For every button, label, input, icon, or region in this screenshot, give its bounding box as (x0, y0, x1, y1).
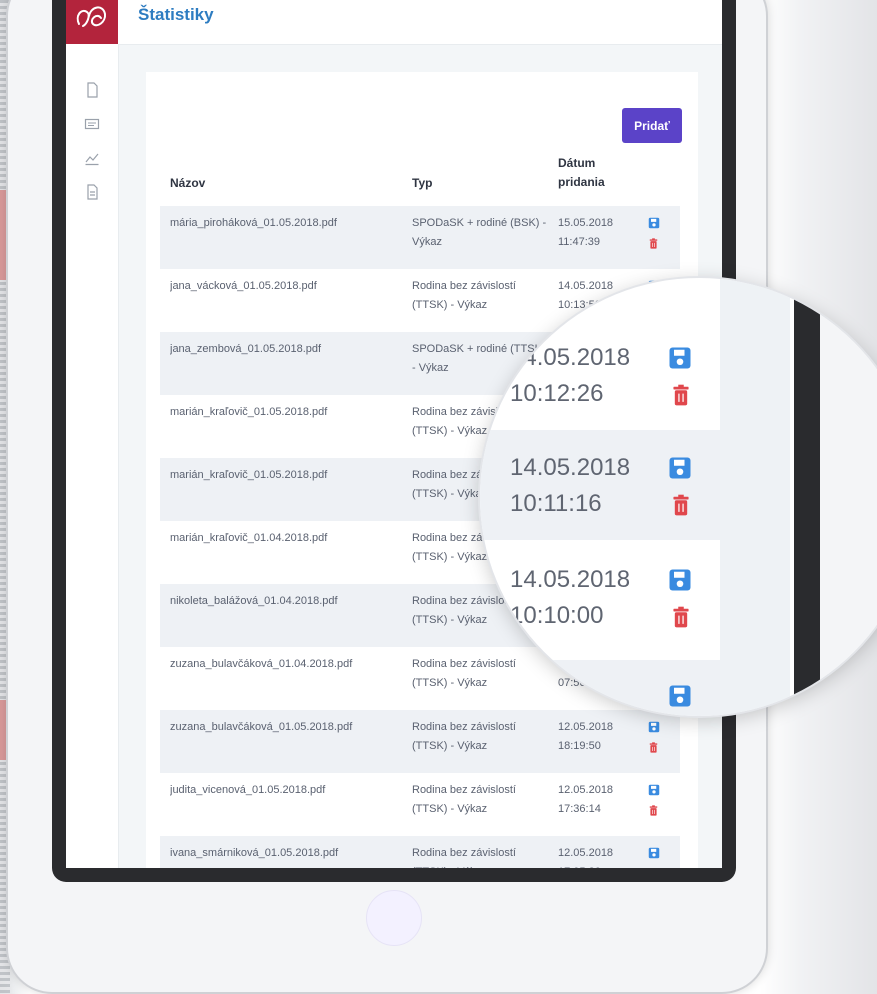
add-button[interactable]: Pridať (622, 108, 682, 143)
file-name[interactable]: nikoleta_balážová_01.04.2018.pdf (170, 592, 400, 611)
file-date: 12.05.2018 18:19:50 (558, 721, 614, 752)
magnifier-bezel (794, 278, 820, 716)
file-type: Rodina bez závislostí (TTSK) - Výkaz (412, 280, 516, 311)
magnified-time: 10:12:26 (510, 380, 604, 407)
trash-icon[interactable] (670, 494, 692, 521)
table-row: ivana_smárniková_01.05.2018.pdf Rodina be… (160, 836, 680, 868)
file-name[interactable]: zuzana_bulavčáková_01.04.2018.pdf (170, 655, 400, 674)
trash-icon[interactable] (670, 606, 692, 633)
magnified-date: 14.05.2018 (510, 454, 631, 481)
magnifier-lens: 14.05.2018 10:12:26 14.05.2018 10:11:16 14.0… (480, 278, 877, 716)
table-row: mária_piroháková_01.05.2018.pdf SPODaSK +… (160, 206, 680, 269)
trash-icon[interactable] (648, 238, 659, 249)
file-date: 15.05.2018 11:47:39 (558, 217, 614, 248)
brand-logo[interactable] (66, 0, 118, 44)
file-name[interactable]: judita_vicenová_01.05.2018.pdf (170, 781, 400, 800)
magnified-time: 10:10:00 (510, 602, 604, 629)
save-icon[interactable] (668, 568, 692, 597)
file-name[interactable]: jana_zembová_01.05.2018.pdf (170, 340, 400, 359)
chart-icon[interactable] (84, 150, 100, 166)
file-name[interactable]: marián_kraľovič_01.04.2018.pdf (170, 529, 400, 548)
magnifier-device-edge (820, 278, 877, 716)
file-type: SPODaSK + rodiné (BSK) - Výkaz (412, 217, 547, 248)
save-icon[interactable] (668, 346, 692, 375)
file-name[interactable]: zuzana_bulavčáková_01.05.2018.pdf (170, 718, 400, 737)
file-name[interactable]: marián_kraľovič_01.05.2018.pdf (170, 403, 400, 422)
trash-icon[interactable] (648, 805, 659, 816)
magnified-date: 14.05.2018 (510, 566, 631, 593)
table-row: judita_vicenová_01.05.2018.pdf Rodina bez… (160, 773, 680, 836)
save-icon[interactable] (648, 784, 660, 796)
magnifier-row: 14.05.2018 10:12:26 (480, 320, 720, 430)
file-date: 12.05.2018 17:36:14 (558, 784, 614, 815)
magnified-time: 10:11:16 (510, 490, 602, 517)
save-icon[interactable] (668, 456, 692, 485)
save-icon[interactable] (648, 721, 660, 733)
home-button[interactable] (366, 890, 422, 946)
file-icon[interactable] (84, 184, 100, 200)
top-bar: Štatistiky (118, 0, 722, 45)
column-header-name: Názov (170, 176, 206, 190)
save-icon[interactable] (668, 684, 692, 713)
sidebar (66, 44, 119, 868)
table-row: zuzana_bulavčáková_01.05.2018.pdf Rodina … (160, 710, 680, 773)
trash-icon[interactable] (648, 742, 659, 753)
magnifier-screen-edge (720, 278, 790, 716)
file-name[interactable]: marián_kraľovič_01.05.2018.pdf (170, 466, 400, 485)
file-name[interactable]: jana_vácková_01.05.2018.pdf (170, 277, 400, 296)
trash-icon[interactable] (670, 384, 692, 411)
column-header-date: Dátum pridania (558, 156, 605, 189)
column-header-type: Typ (412, 176, 433, 190)
file-date: 12.05.2018 17:05:30 (558, 847, 614, 868)
file-name[interactable]: ivana_smárniková_01.05.2018.pdf (170, 844, 400, 863)
page-title: Štatistiky (138, 5, 214, 24)
magnifier-row (480, 660, 720, 716)
file-name[interactable]: mária_piroháková_01.05.2018.pdf (170, 214, 400, 233)
save-icon[interactable] (648, 217, 660, 229)
file-type: Rodina bez závislostí (TTSK) - Výkaz (412, 784, 516, 815)
logo-icon (76, 6, 107, 27)
magnifier-row: 14.05.2018 10:10:00 (480, 542, 720, 652)
document-icon[interactable] (84, 82, 100, 98)
magnified-date: 14.05.2018 (510, 344, 631, 371)
save-icon[interactable] (648, 847, 660, 859)
file-type: Rodina bez závislostí (TTSK) - Výkaz (412, 721, 516, 752)
magnifier-row: 14.05.2018 10:11:16 (480, 430, 720, 540)
file-type: Rodina bez závislostí (TTSK) - Výkaz (412, 847, 516, 868)
id-card-icon[interactable] (84, 116, 100, 132)
